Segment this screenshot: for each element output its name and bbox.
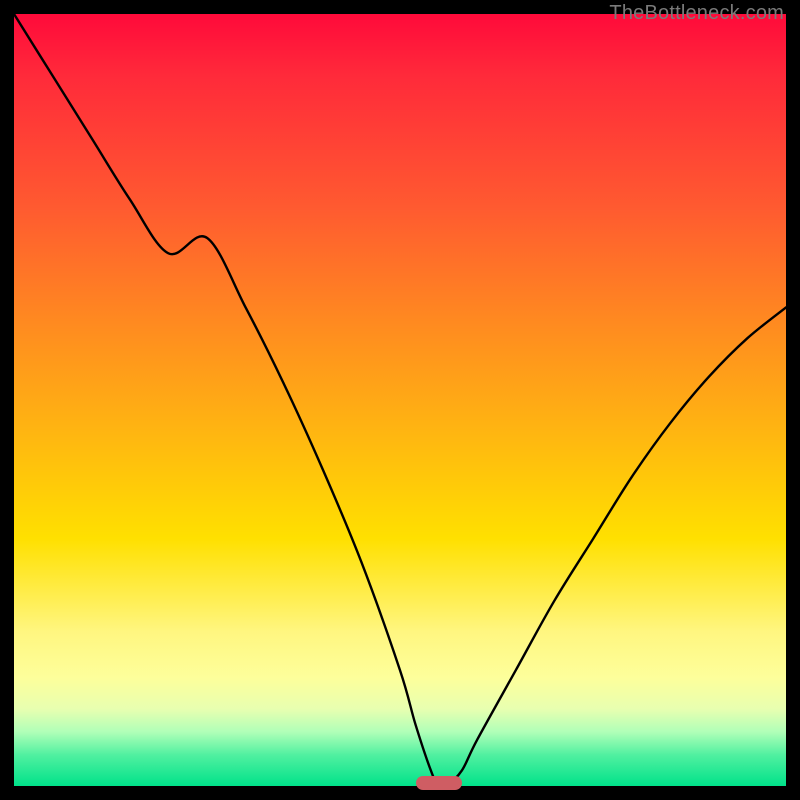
chart-frame: TheBottleneck.com: [0, 0, 800, 800]
optimal-marker: [416, 776, 462, 790]
watermark-text: TheBottleneck.com: [609, 2, 784, 25]
plot-area: [14, 14, 786, 786]
bottleneck-curve: [14, 14, 786, 786]
